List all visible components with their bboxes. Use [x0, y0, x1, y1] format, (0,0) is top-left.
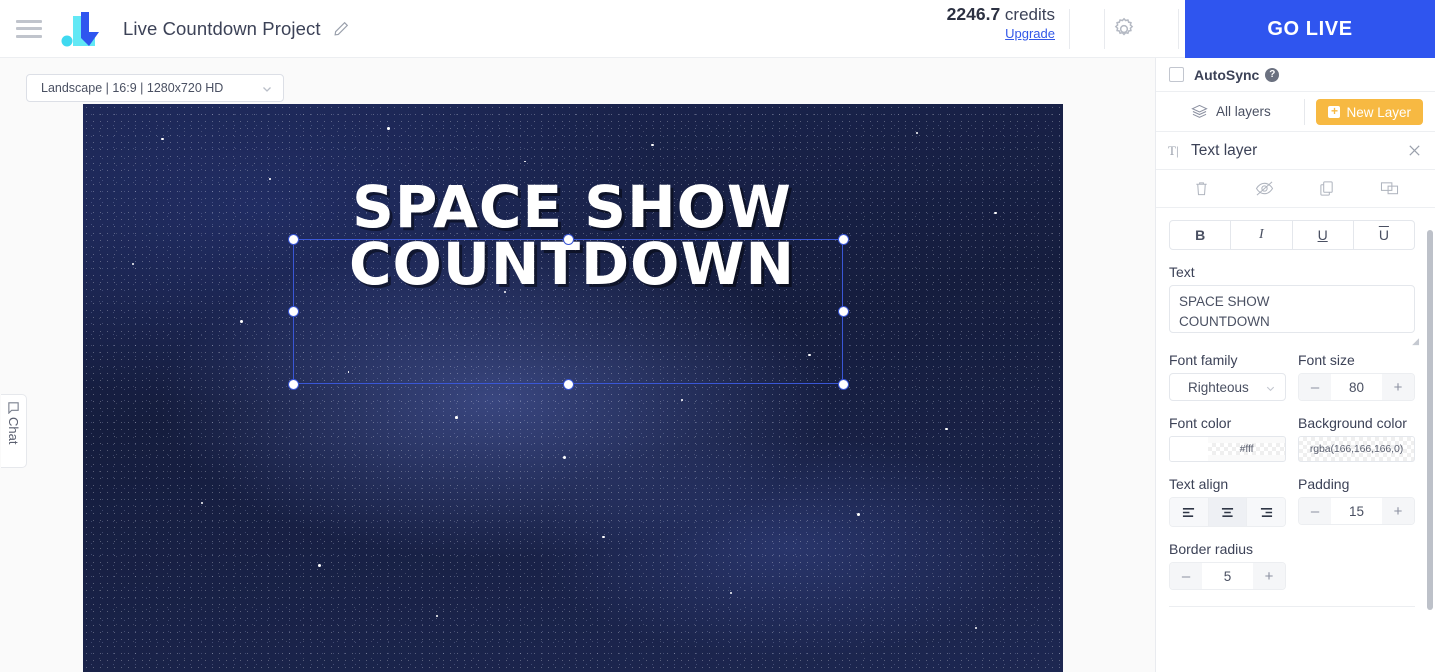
- autosync-label: AutoSync: [1194, 66, 1260, 83]
- canvas-text-layer[interactable]: SPACE SHOW COUNTDOWN: [292, 178, 852, 293]
- align-center-button[interactable]: [1208, 498, 1248, 526]
- send-to-screen-icon[interactable]: [1375, 176, 1405, 202]
- brand-logo-icon[interactable]: [59, 8, 107, 50]
- duplicate-layer-icon[interactable]: [1312, 176, 1342, 202]
- padding-stepper: – 15 +: [1298, 497, 1415, 525]
- app-root: Live Countdown Project 2246.7 credits Up…: [0, 0, 1435, 672]
- font-color-swatch[interactable]: #fff: [1169, 436, 1286, 462]
- font-row: Font family Righteous Font size – 80 +: [1169, 338, 1422, 401]
- textarea-resize-grip[interactable]: ◢: [1412, 336, 1419, 347]
- border-radius-stepper: – 5 +: [1169, 562, 1286, 590]
- chat-bubble-icon: [8, 402, 19, 414]
- go-live-button[interactable]: GO LIVE: [1185, 0, 1435, 58]
- color-row: Font color #fff Background color rgba(16…: [1169, 401, 1422, 462]
- aspect-ratio-select[interactable]: Landscape | 16:9 | 1280x720 HD: [26, 74, 284, 102]
- background-color-label: Background color: [1298, 415, 1407, 431]
- layer-properties-panel: AutoSync ? All layers + New Layer T| Tex…: [1155, 58, 1435, 672]
- credits-text: 2246.7 credits: [947, 4, 1055, 25]
- credits-label: credits: [1004, 5, 1055, 24]
- all-layers-button[interactable]: All layers: [1191, 104, 1271, 119]
- pencil-icon[interactable]: [332, 20, 350, 38]
- font-size-value[interactable]: 80: [1331, 374, 1382, 400]
- font-size-stepper: – 80 +: [1298, 373, 1415, 401]
- all-layers-label: All layers: [1216, 104, 1271, 119]
- italic-button[interactable]: I: [1231, 221, 1293, 249]
- close-icon[interactable]: [1407, 143, 1422, 158]
- font-family-value: Righteous: [1188, 379, 1249, 395]
- new-layer-button[interactable]: + New Layer: [1316, 99, 1423, 125]
- bold-button[interactable]: B: [1170, 221, 1232, 249]
- autosync-row: AutoSync ?: [1156, 58, 1435, 92]
- layer-title: Text layer: [1191, 141, 1258, 159]
- border-radius-group: Border radius – 5 +: [1169, 541, 1286, 590]
- font-color-value: #fff: [1208, 443, 1285, 455]
- divider: [1069, 9, 1070, 49]
- gear-icon[interactable]: [1107, 12, 1141, 46]
- aspect-ratio-value: Landscape | 16:9 | 1280x720 HD: [41, 81, 224, 95]
- padding-label: Padding: [1298, 476, 1350, 492]
- font-color-label: Font color: [1169, 415, 1232, 431]
- workspace: Landscape | 16:9 | 1280x720 HD SPACE SHO…: [0, 58, 1155, 672]
- panel-scrollbar-thumb[interactable]: [1427, 230, 1433, 610]
- plus-square-icon: +: [1328, 105, 1341, 118]
- border-radius-label: Border radius: [1169, 541, 1254, 557]
- font-family-label: Font family: [1169, 352, 1238, 368]
- font-family-select[interactable]: Righteous: [1169, 373, 1286, 401]
- divider: [1104, 9, 1105, 49]
- autosync-checkbox[interactable]: [1169, 67, 1184, 82]
- font-color-chip: [1170, 437, 1208, 461]
- page-title: Live Countdown Project: [123, 17, 321, 39]
- chat-tab[interactable]: Chat: [1, 394, 27, 468]
- panel-body: B I U U Text ◢ Font family Righteous Fon…: [1156, 208, 1435, 607]
- padding-value[interactable]: 15: [1331, 498, 1382, 524]
- layers-icon: [1191, 104, 1208, 118]
- credits-value: 2246.7: [946, 4, 1001, 24]
- layer-header: T| Text layer: [1156, 132, 1435, 170]
- text-align-label: Text align: [1169, 476, 1229, 492]
- align-padding-row: Text align Padding – 15 +: [1169, 462, 1422, 527]
- background-color-value: rgba(166,166,166,0): [1309, 443, 1404, 455]
- underline-button[interactable]: U: [1293, 221, 1354, 249]
- text-style-buttons: B I U U: [1169, 220, 1415, 250]
- padding-decrement-button[interactable]: –: [1299, 498, 1331, 524]
- hide-layer-icon[interactable]: [1249, 176, 1279, 202]
- layer-actions-row: [1156, 170, 1435, 208]
- divider: [1169, 606, 1415, 607]
- border-radius-increment-button[interactable]: +: [1253, 563, 1285, 589]
- text-layer-icon: T|: [1168, 142, 1179, 158]
- chat-label: Chat: [6, 417, 21, 445]
- delete-layer-icon[interactable]: [1186, 176, 1216, 202]
- align-left-button[interactable]: [1170, 498, 1209, 526]
- font-size-label: Font size: [1298, 352, 1355, 368]
- align-right-button[interactable]: [1247, 498, 1285, 526]
- new-layer-label: New Layer: [1346, 104, 1411, 120]
- border-radius-value[interactable]: 5: [1202, 563, 1253, 589]
- font-size-increment-button[interactable]: +: [1382, 374, 1414, 400]
- strikethrough-button[interactable]: U: [1354, 221, 1414, 249]
- divider: [1178, 9, 1179, 49]
- text-field-label: Text: [1169, 264, 1195, 280]
- video-canvas[interactable]: SPACE SHOW COUNTDOWN: [83, 104, 1063, 672]
- background-color-swatch[interactable]: rgba(166,166,166,0): [1298, 436, 1415, 462]
- panel-scrollbar[interactable]: [1427, 230, 1433, 670]
- font-size-decrement-button[interactable]: –: [1299, 374, 1331, 400]
- hamburger-icon[interactable]: [16, 19, 42, 38]
- chevron-down-icon: [263, 87, 271, 92]
- credits-block: 2246.7 credits Upgrade: [947, 4, 1055, 43]
- upgrade-link[interactable]: Upgrade: [1005, 26, 1055, 42]
- layers-toolbar: All layers + New Layer: [1156, 92, 1435, 132]
- top-bar: Live Countdown Project 2246.7 credits Up…: [0, 0, 1435, 58]
- divider: [1304, 99, 1305, 125]
- text-align-group: [1169, 497, 1286, 527]
- chevron-down-icon: [1266, 386, 1275, 392]
- text-input[interactable]: [1169, 285, 1415, 333]
- padding-increment-button[interactable]: +: [1382, 498, 1414, 524]
- autosync-help-icon[interactable]: ?: [1265, 67, 1280, 82]
- border-radius-decrement-button[interactable]: –: [1170, 563, 1202, 589]
